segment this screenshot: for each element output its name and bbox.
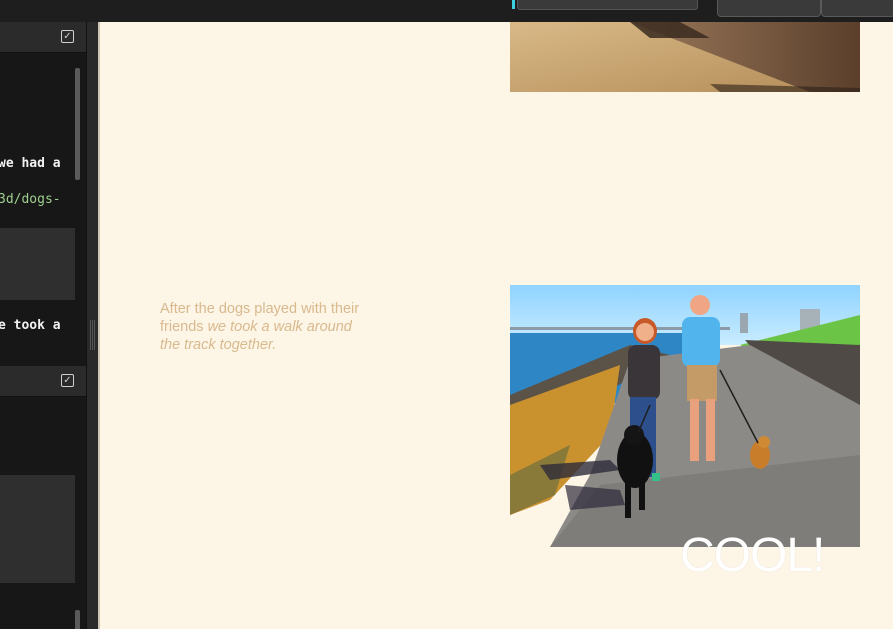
toolbar-field[interactable] xyxy=(517,0,698,10)
editor-scrollbar[interactable] xyxy=(75,68,80,180)
markdown-editor[interactable]: ✓ we had a 3d/dogs- e took a ✓ xyxy=(0,22,86,629)
code-block xyxy=(0,475,75,583)
code-block xyxy=(0,228,75,300)
editor-scrollbar[interactable] xyxy=(75,610,80,629)
splitter-grip[interactable] xyxy=(90,320,91,350)
preview-border xyxy=(98,22,100,629)
photo-dog-walk xyxy=(510,285,860,547)
focus-indicator xyxy=(512,0,515,9)
editor-panel-header: ✓ xyxy=(0,366,86,397)
photo-sand-wall xyxy=(510,22,860,92)
checkbox-icon[interactable]: ✓ xyxy=(61,30,74,43)
code-link-line[interactable]: 3d/dogs- xyxy=(0,192,61,207)
overlay-text: COOL! xyxy=(680,529,825,582)
editor-panel-header: ✓ xyxy=(0,22,86,53)
photo-caption: After the dogs played with their friends… xyxy=(160,300,375,354)
code-line[interactable]: we had a xyxy=(0,156,61,171)
code-line[interactable]: e took a xyxy=(0,318,61,333)
checkbox-icon[interactable]: ✓ xyxy=(61,374,74,387)
toolbar-button[interactable] xyxy=(717,0,821,17)
top-toolbar xyxy=(0,0,893,22)
toolbar-button[interactable] xyxy=(821,0,893,17)
